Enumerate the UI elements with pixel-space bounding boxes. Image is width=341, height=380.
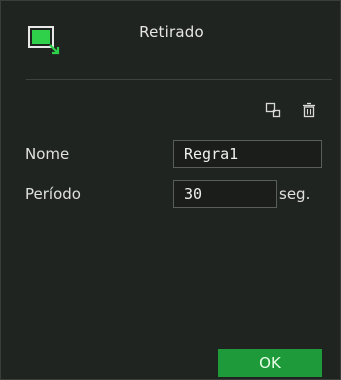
dialog-title: Retirado (139, 23, 204, 41)
rule-dialog: Retirado Nome Período seg. OK (0, 0, 341, 380)
period-unit: seg. (279, 185, 311, 203)
period-field[interactable] (173, 180, 277, 208)
name-field[interactable] (173, 140, 322, 168)
period-label: Período (25, 185, 81, 203)
name-label: Nome (25, 145, 70, 163)
ok-button[interactable]: OK (218, 349, 322, 377)
copy-icon[interactable] (265, 102, 281, 118)
trash-icon[interactable] (301, 102, 317, 118)
header-divider (26, 79, 332, 80)
